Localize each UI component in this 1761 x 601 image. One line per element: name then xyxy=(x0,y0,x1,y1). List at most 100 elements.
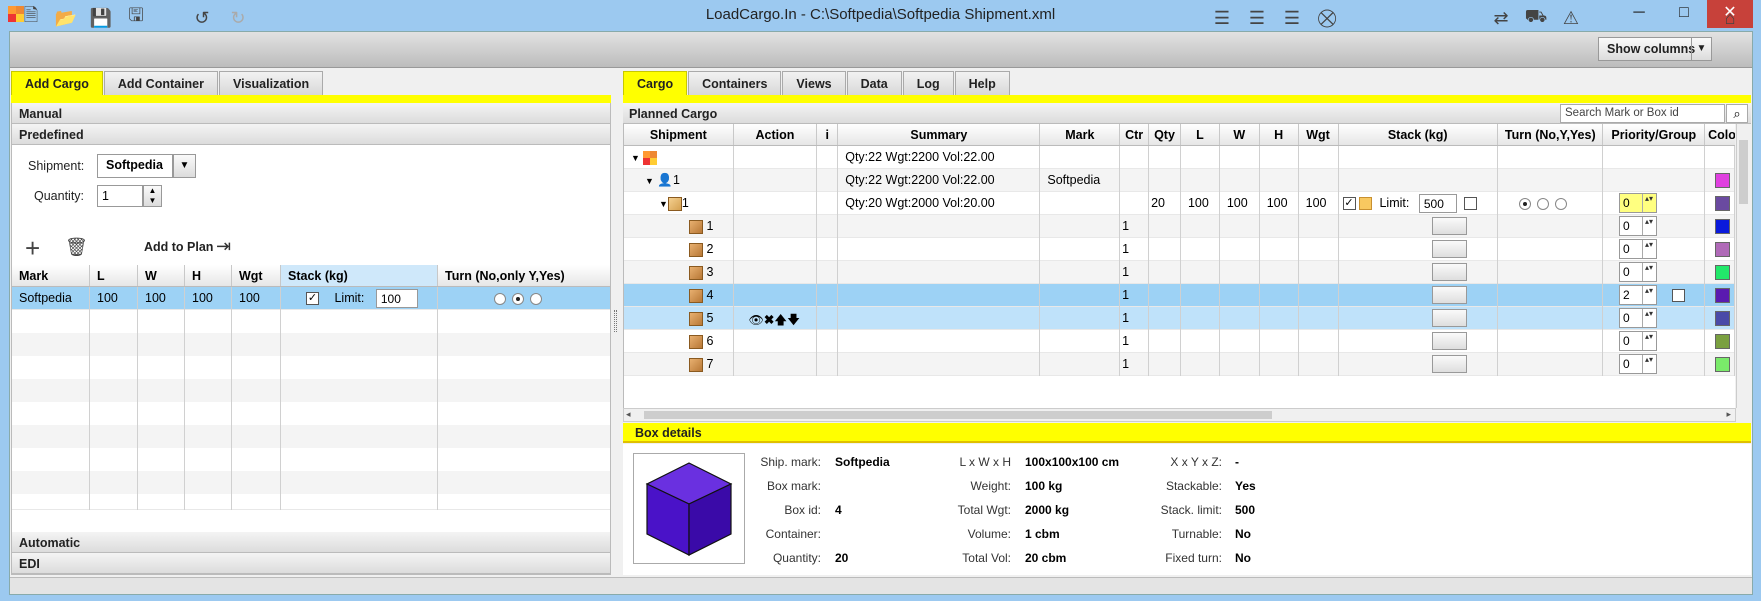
open-folder-icon[interactable]: 📂 xyxy=(53,5,79,31)
search-icon[interactable]: ⌕ xyxy=(1726,104,1748,123)
color-swatch[interactable] xyxy=(1715,334,1730,349)
turn-yes-radio[interactable] xyxy=(530,292,542,305)
table-row[interactable]: Softpedia 100 100 100 100 ✓ Limit: 100 xyxy=(12,287,610,310)
priority-stepper[interactable]: 0 xyxy=(1619,331,1657,351)
shipment-select[interactable]: Softpedia xyxy=(97,154,173,178)
list-expand-icon[interactable]: ☰ xyxy=(1244,5,1270,31)
chevron-down-icon[interactable]: ▼ xyxy=(173,154,196,178)
list-full-icon[interactable]: ☰ xyxy=(1279,5,1305,31)
section-predefined[interactable]: Predefined xyxy=(12,124,610,145)
tab-cargo[interactable]: Cargo xyxy=(623,71,688,95)
tab-visualization[interactable]: Visualization xyxy=(219,71,324,95)
tree-row-shipper[interactable]: ▼ 👤1 Qty:22 Wgt:2200 Vol:22.00 Softpedia xyxy=(624,169,1735,192)
move-down-icon[interactable]: 🡇 xyxy=(787,313,800,327)
tab-data[interactable]: Data xyxy=(846,71,902,95)
color-swatch[interactable] xyxy=(1715,219,1730,234)
limit-input[interactable]: 500 xyxy=(1418,194,1457,213)
priority-stepper[interactable]: 0 xyxy=(1619,354,1657,374)
delete-icon[interactable]: ✖ xyxy=(764,313,774,327)
priority-stepper[interactable]: 0 xyxy=(1619,239,1657,259)
turn-no-radio[interactable] xyxy=(494,292,506,305)
col-ctr[interactable]: Ctr xyxy=(1120,124,1150,145)
expand-icon[interactable]: ▼ xyxy=(631,153,640,163)
tree-row-box[interactable]: 5 👁✖🡅🡇 1 0 xyxy=(624,307,1735,330)
stack-toggle[interactable] xyxy=(1464,197,1478,210)
tree-row-box[interactable]: 1 1 0 xyxy=(624,215,1735,238)
minimize-button[interactable]: ─ xyxy=(1617,0,1661,28)
expand-icon[interactable]: ▼ xyxy=(645,176,654,186)
color-swatch[interactable] xyxy=(1715,173,1730,188)
show-columns-dropdown[interactable]: Show columns ▼ xyxy=(1598,37,1712,61)
stack-checkbox[interactable]: ✓ xyxy=(306,292,319,305)
undo-icon[interactable]: ↺ xyxy=(189,5,215,31)
section-edi[interactable]: EDI xyxy=(12,553,610,574)
vertical-scrollbar[interactable] xyxy=(1736,124,1750,408)
tab-containers[interactable]: Containers xyxy=(688,71,782,95)
truck-icon[interactable]: ⛟ xyxy=(1523,5,1549,31)
tree-row-group[interactable]: ▼ 1 Qty:20 Wgt:2000 Vol:20.00 20 100 100 100 10… xyxy=(624,192,1735,215)
save-icon[interactable]: 💾 xyxy=(88,5,114,31)
col-h[interactable]: H xyxy=(1260,124,1299,145)
tab-add-cargo[interactable]: Add Cargo xyxy=(11,71,103,95)
col-wgt[interactable]: Wgt xyxy=(1299,124,1339,145)
turn-button[interactable] xyxy=(1432,355,1467,373)
limit-input[interactable]: 100 xyxy=(375,289,418,308)
add-icon[interactable]: + xyxy=(25,235,40,261)
list-collapse-icon[interactable]: ☰ xyxy=(1209,5,1235,31)
tree-row-root[interactable]: ▼ Qty:22 Wgt:2200 Vol:22.00 xyxy=(624,146,1735,169)
redo-icon[interactable]: ↻ xyxy=(225,5,251,31)
trash-icon[interactable]: 🗑 xyxy=(65,237,88,258)
priority-stepper[interactable]: 0 xyxy=(1619,193,1657,213)
shuffle-icon[interactable]: ⇄ xyxy=(1488,5,1514,31)
turn-button[interactable] xyxy=(1432,286,1467,304)
col-w[interactable]: W xyxy=(138,265,185,286)
color-swatch[interactable] xyxy=(1715,242,1730,257)
col-qty[interactable]: Qty xyxy=(1149,124,1181,145)
col-w[interactable]: W xyxy=(1220,124,1260,145)
col-color[interactable]: Colo xyxy=(1705,124,1735,145)
tree-row-box[interactable]: 6 1 0 xyxy=(624,330,1735,353)
col-info[interactable]: i xyxy=(817,124,839,145)
stack-checkbox[interactable]: ✓ xyxy=(1342,197,1356,210)
expand-icon[interactable]: ▼ xyxy=(659,199,668,209)
priority-stepper[interactable]: 2 xyxy=(1619,285,1657,305)
quantity-spin-buttons[interactable]: ▲ ▼ xyxy=(143,185,162,207)
color-swatch[interactable] xyxy=(1715,357,1730,372)
maximize-button[interactable]: □ xyxy=(1662,0,1706,28)
group-checkbox[interactable] xyxy=(1672,289,1685,302)
vertical-scroll-thumb[interactable] xyxy=(1739,140,1748,204)
col-shipment[interactable]: Shipment xyxy=(624,124,734,145)
enter-icon[interactable]: ⇥ xyxy=(216,236,231,257)
col-h[interactable]: H xyxy=(185,265,232,286)
horizontal-scrollbar[interactable]: ◂ ▸ xyxy=(623,408,1736,422)
col-stack[interactable]: Stack (kg) xyxy=(1339,124,1498,145)
priority-stepper[interactable]: 0 xyxy=(1619,262,1657,282)
add-to-plan-button[interactable]: Add to Plan xyxy=(144,240,213,254)
tree-row-box[interactable]: 2 1 0 xyxy=(624,238,1735,261)
quantity-stepper[interactable]: 1 xyxy=(97,185,143,207)
turn-yes-radio[interactable] xyxy=(1554,197,1567,210)
tab-views[interactable]: Views xyxy=(782,71,846,95)
col-l[interactable]: L xyxy=(90,265,138,286)
section-manual[interactable]: Manual xyxy=(12,103,610,124)
color-swatch[interactable] xyxy=(1715,311,1730,326)
priority-stepper[interactable]: 0 xyxy=(1619,216,1657,236)
search-input[interactable]: Search Mark or Box id xyxy=(1560,104,1725,123)
color-swatch[interactable] xyxy=(1715,265,1730,280)
warning-icon[interactable]: ⚠ xyxy=(1558,5,1584,31)
col-turn[interactable]: Turn (No,Y,Yes) xyxy=(1498,124,1604,145)
tab-add-container[interactable]: Add Container xyxy=(103,71,218,95)
tree-row-box[interactable]: 3 1 0 xyxy=(624,261,1735,284)
turn-button[interactable] xyxy=(1432,217,1467,235)
hide-icon[interactable]: ⛒ xyxy=(1314,5,1340,31)
turn-button[interactable] xyxy=(1432,263,1467,281)
col-turn[interactable]: Turn (No,only Y,Yes) xyxy=(438,265,610,286)
col-mark[interactable]: Mark xyxy=(12,265,90,286)
section-automatic[interactable]: Automatic xyxy=(12,532,610,553)
home-icon[interactable]: ⌂ xyxy=(1717,5,1743,31)
splitter-handle[interactable] xyxy=(614,310,617,332)
save-as-icon[interactable]: 🖫 xyxy=(123,5,149,31)
color-swatch[interactable] xyxy=(1715,288,1730,303)
horizontal-scroll-thumb[interactable] xyxy=(644,411,1272,419)
col-l[interactable]: L xyxy=(1181,124,1220,145)
